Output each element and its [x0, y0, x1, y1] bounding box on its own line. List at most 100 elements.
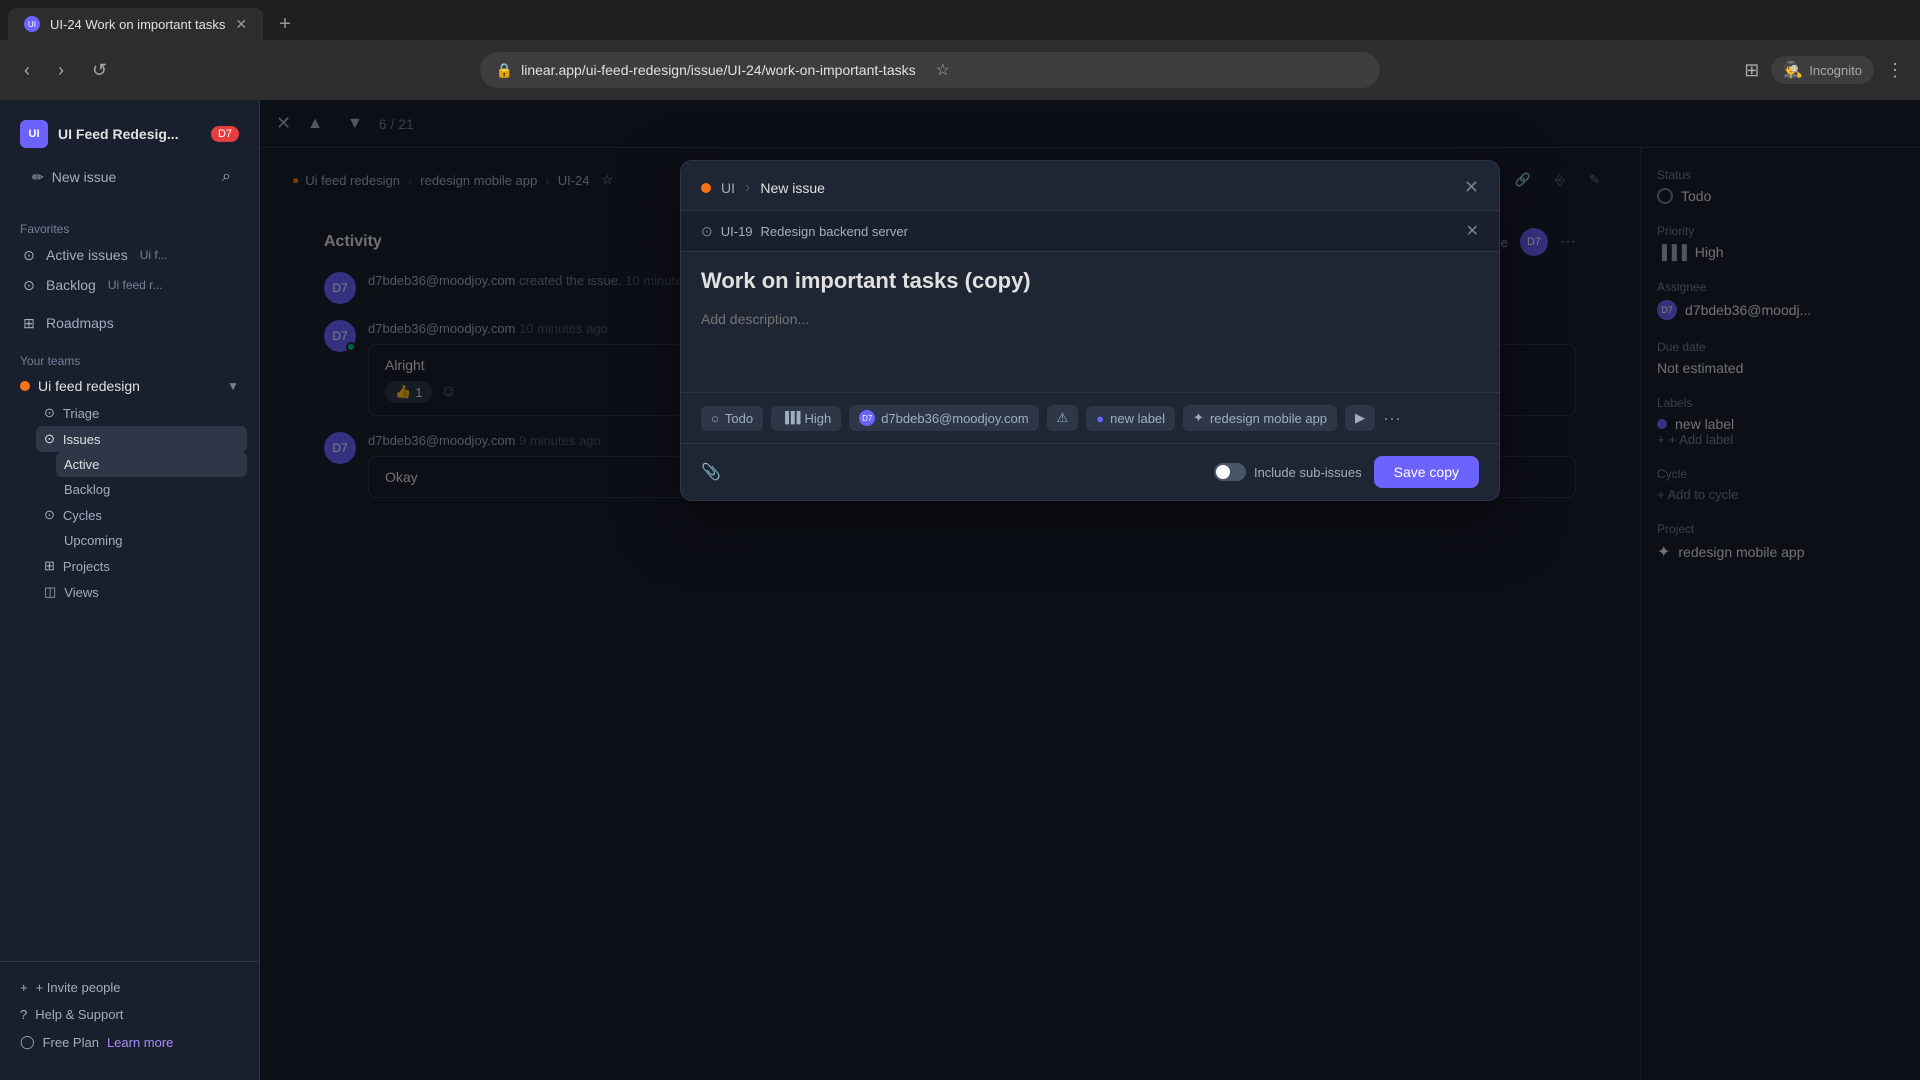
sidebar-item-active-issues[interactable]: ⊙ Active issues Ui f...: [12, 240, 247, 270]
bookmark-icon[interactable]: ☆: [936, 60, 950, 80]
modal-header: UI › New issue ✕: [681, 161, 1499, 211]
parent-issue-close-button[interactable]: ✕: [1466, 221, 1479, 241]
sidebar-item-backlog[interactable]: ⊙ Backlog Ui feed r...: [12, 270, 247, 300]
priority-tag-label: High: [804, 411, 831, 426]
warning-tag[interactable]: ⚠: [1047, 405, 1079, 431]
parent-issue-id: UI-19: [721, 224, 753, 239]
assignee-tag-avatar: D7: [859, 410, 875, 426]
label-tag-label: new label: [1110, 411, 1165, 426]
save-copy-button[interactable]: Save copy: [1374, 456, 1479, 488]
main-content: ✕ ▲ ▼ 6 / 21 ● Ui feed redesign › redesi…: [260, 100, 1920, 1080]
workspace-avatar: UI: [20, 120, 48, 148]
parent-issue-name: Redesign backend server: [761, 224, 908, 239]
sub-issues-toggle: Include sub-issues: [1214, 463, 1362, 481]
warning-icon: ⚠: [1057, 410, 1069, 426]
status-tag-label: Todo: [725, 411, 753, 426]
modal-tags: ○ Todo ▐▐▐ High D7 d7bdeb36@moodjoy.com …: [681, 392, 1499, 443]
favorites-section: Favorites ⊙ Active issues Ui f... ⊙ Back…: [0, 210, 259, 304]
your-teams-label: Your teams: [12, 346, 247, 372]
forward-button[interactable]: ›: [50, 56, 72, 85]
new-issue-icon: ✏: [32, 169, 44, 186]
plan-icon: ◯: [20, 1034, 35, 1050]
active-tab[interactable]: UI UI-24 Work on important tasks ✕: [8, 8, 263, 40]
project-tag-label: redesign mobile app: [1210, 411, 1327, 426]
sidebar-actions: ✏ New issue ⌕: [12, 156, 247, 198]
play-tag[interactable]: ▶: [1345, 405, 1375, 431]
cycles-icon: ⊙: [44, 507, 55, 523]
url-bar[interactable]: 🔒 linear.app/ui-feed-redesign/issue/UI-2…: [480, 52, 1380, 88]
modal-overlay[interactable]: UI › New issue ✕ ⊙ UI-19 Redesign backen…: [260, 100, 1920, 1080]
new-issue-button[interactable]: ✏ New issue: [20, 161, 210, 194]
sidebar-item-active[interactable]: Active: [56, 452, 247, 477]
modal-parent-issue: ⊙ UI-19 Redesign backend server ✕: [681, 211, 1499, 252]
sidebar-top: UI UI Feed Redesig... D7 ✏ New issue ⌕: [0, 112, 259, 210]
modal-body: Work on important tasks (copy): [681, 252, 1499, 392]
app: UI UI Feed Redesig... D7 ✏ New issue ⌕ F…: [0, 100, 1920, 1080]
roadmaps-section: ⊞ Roadmaps: [0, 304, 259, 342]
modal-team-label: UI: [721, 180, 735, 196]
free-plan-item[interactable]: ◯ Free Plan Learn more: [12, 1028, 247, 1056]
team-expand-icon: ▼: [227, 379, 239, 393]
sidebar-item-issues[interactable]: ⊙ Issues: [36, 426, 247, 452]
help-icon: ?: [20, 1007, 27, 1022]
sidebar-item-triage[interactable]: ⊙ Triage: [36, 400, 247, 426]
team-header[interactable]: Ui feed redesign ▼: [12, 372, 247, 400]
search-icon: ⌕: [222, 168, 231, 185]
priority-tag[interactable]: ▐▐▐ High: [771, 406, 841, 431]
new-tab-button[interactable]: +: [271, 9, 299, 40]
roadmaps-icon: ⊞: [20, 314, 38, 332]
browser-actions: ⊞ 🕵 Incognito ⋮: [1744, 56, 1904, 84]
assignee-tag[interactable]: D7 d7bdeb36@moodjoy.com: [849, 405, 1038, 431]
team-name: Ui feed redesign: [38, 378, 219, 394]
sidebar-item-upcoming[interactable]: Upcoming: [56, 528, 247, 553]
label-tag-dot: ●: [1096, 411, 1104, 426]
sidebar: UI UI Feed Redesig... D7 ✏ New issue ⌕ F…: [0, 100, 260, 1080]
modal-breadcrumb-label: New issue: [760, 180, 825, 196]
label-tag[interactable]: ● new label: [1086, 406, 1175, 431]
tab-favicon: UI: [24, 16, 40, 32]
invite-people-button[interactable]: + + Invite people: [12, 974, 247, 1001]
team-sub-items: ⊙ Triage ⊙ Issues Active Backlog ⊙: [12, 400, 247, 605]
browser-chrome: UI UI-24 Work on important tasks ✕ + ‹ ›…: [0, 0, 1920, 100]
project-tag[interactable]: ✦ redesign mobile app: [1183, 405, 1337, 431]
status-tag[interactable]: ○ Todo: [701, 406, 763, 431]
modal-sep: ›: [745, 179, 750, 197]
tab-close-button[interactable]: ✕: [235, 16, 247, 33]
status-tag-icon: ○: [711, 411, 719, 426]
help-support-button[interactable]: ? Help & Support: [12, 1001, 247, 1028]
team-dot: [20, 381, 30, 391]
toggle-thumb: [1216, 465, 1230, 479]
back-button[interactable]: ‹: [16, 56, 38, 85]
extensions-icon[interactable]: ⊞: [1744, 60, 1759, 81]
workspace-badge: D7: [211, 126, 239, 142]
sidebar-item-cycles[interactable]: ⊙ Cycles: [36, 502, 247, 528]
your-teams-section: Your teams Ui feed redesign ▼ ⊙ Triage ⊙…: [0, 342, 259, 609]
projects-icon: ⊞: [44, 558, 55, 574]
invite-icon: +: [20, 980, 28, 995]
issues-sub-items: Active Backlog: [36, 452, 247, 502]
issues-icon: ⊙: [44, 431, 55, 447]
address-bar: ‹ › ↺ 🔒 linear.app/ui-feed-redesign/issu…: [0, 40, 1920, 100]
browser-menu-icon[interactable]: ⋮: [1886, 60, 1904, 81]
modal-close-button[interactable]: ✕: [1464, 177, 1479, 198]
learn-more-button[interactable]: Learn more: [107, 1035, 173, 1050]
sidebar-item-roadmaps[interactable]: ⊞ Roadmaps: [12, 308, 247, 338]
play-icon: ▶: [1355, 410, 1365, 426]
favorites-label: Favorites: [12, 214, 247, 240]
assignee-tag-label: d7bdeb36@moodjoy.com: [881, 411, 1028, 426]
sidebar-item-projects[interactable]: ⊞ Projects: [36, 553, 247, 579]
attach-icon[interactable]: 📎: [701, 462, 721, 482]
description-input[interactable]: [701, 311, 1479, 371]
sub-issues-toggle-switch[interactable]: [1214, 463, 1246, 481]
priority-tag-icon: ▐▐▐: [781, 412, 798, 424]
issue-title-input[interactable]: Work on important tasks (copy): [701, 268, 1479, 294]
sidebar-item-backlog-sub[interactable]: Backlog: [56, 477, 247, 502]
more-options-button[interactable]: ···: [1383, 408, 1401, 429]
sidebar-item-views[interactable]: ◫ Views: [36, 579, 247, 605]
search-button[interactable]: ⌕: [214, 160, 239, 194]
sidebar-bottom: + + Invite people ? Help & Support ◯ Fre…: [0, 961, 259, 1068]
new-issue-modal: UI › New issue ✕ ⊙ UI-19 Redesign backen…: [680, 160, 1500, 501]
workspace-header[interactable]: UI UI Feed Redesig... D7: [12, 112, 247, 156]
active-issues-icon: ⊙: [20, 246, 38, 264]
reload-button[interactable]: ↺: [84, 56, 115, 85]
